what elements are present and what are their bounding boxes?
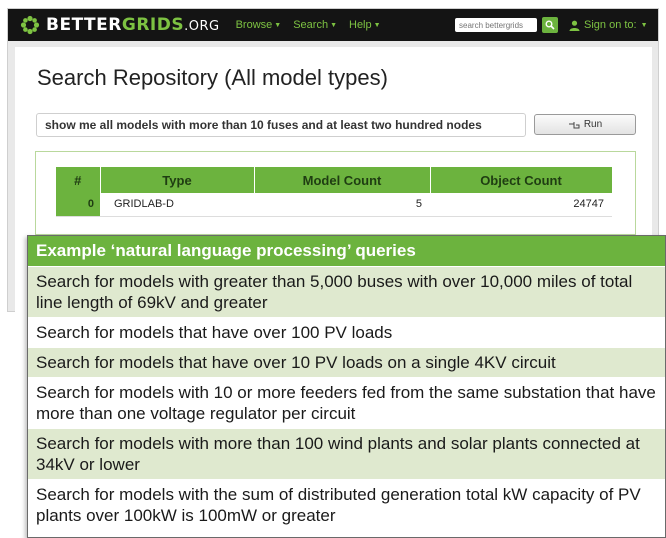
page-title: Search Repository (All model types) <box>37 65 388 90</box>
brand-name: BETTERGRIDS.ORG <box>46 15 220 35</box>
table-header-row: # Type Model Count Object Count <box>56 167 613 193</box>
sign-on-label: Sign on to: <box>584 19 637 31</box>
nav-search[interactable]: Search ▼ <box>293 19 337 31</box>
example-query-item: Search for models with more than 100 win… <box>28 428 665 479</box>
run-button-label: Run <box>583 119 603 130</box>
row-type: GRIDLAB-D <box>100 193 254 217</box>
site-search-input[interactable] <box>455 18 537 32</box>
example-queries-header: Example ‘natural language processing’ qu… <box>28 236 665 266</box>
results-table: # Type Model Count Object Count 0 GRIDLA… <box>56 167 613 217</box>
nav-browse[interactable]: Browse ▼ <box>236 19 282 31</box>
caret-down-icon: ▼ <box>274 21 282 29</box>
example-query-item: Search for models that have over 100 PV … <box>28 317 665 347</box>
example-query-item: Search for models that have over 10 PV l… <box>28 347 665 377</box>
nav-browse-label: Browse <box>235 19 273 31</box>
example-queries-panel: Example ‘natural language processing’ qu… <box>27 235 666 538</box>
run-button[interactable]: Run <box>534 114 636 135</box>
brand-part-better: BETTER <box>46 15 122 35</box>
magnifier-icon <box>545 20 555 30</box>
table-row[interactable]: 0 GRIDLAB-D 5 24747 <box>56 193 612 217</box>
brand-part-grids: GRIDS <box>121 15 185 35</box>
sign-on-menu[interactable]: Sign on to: ▼ <box>569 19 648 31</box>
site-logo[interactable]: BETTERGRIDS.ORG <box>20 15 220 35</box>
example-query-item: Search for models with greater than 5,00… <box>28 266 665 317</box>
caret-down-icon: ▼ <box>330 21 337 29</box>
grid-flower-logo-icon <box>20 15 40 35</box>
brand-part-org: .ORG <box>184 19 220 34</box>
top-navbar: BETTERGRIDS.ORG Browse▼ Search▼ Help▼ Si… <box>8 9 658 41</box>
row-object-count: 24747 <box>430 193 612 217</box>
example-query-item: Search for models with the sum of distri… <box>28 479 665 530</box>
example-query-item: Search for models with 10 or more feeder… <box>28 377 665 428</box>
nav-help-label: Help <box>349 19 372 31</box>
column-header-model-count[interactable]: Model Count <box>254 167 431 193</box>
hand-pointer-icon <box>568 121 580 128</box>
nav-help[interactable]: Help ▼ <box>349 19 381 31</box>
column-header-index[interactable]: # <box>56 167 101 193</box>
query-input[interactable]: show me all models with more than 10 fus… <box>36 113 526 137</box>
nav-search-label: Search <box>293 19 329 31</box>
results-panel: # Type Model Count Object Count 0 GRIDLA… <box>35 151 636 235</box>
column-header-type[interactable]: Type <box>100 167 255 193</box>
caret-down-icon: ▼ <box>640 21 648 29</box>
row-index: 0 <box>56 193 100 217</box>
caret-down-icon: ▼ <box>373 21 381 29</box>
person-icon <box>569 20 580 31</box>
site-search-button[interactable] <box>542 17 558 33</box>
row-model-count: 5 <box>254 193 430 217</box>
column-header-object-count[interactable]: Object Count <box>430 167 613 193</box>
